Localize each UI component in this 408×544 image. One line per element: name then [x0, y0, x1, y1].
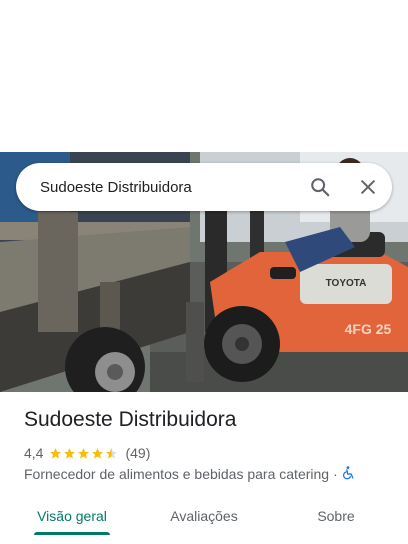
- place-category: Fornecedor de alimentos e bebidas para c…: [24, 466, 330, 482]
- rating-row[interactable]: 4,4 (49): [24, 444, 150, 462]
- tab-reviews-label: Avaliações: [170, 508, 238, 524]
- close-icon[interactable]: [344, 163, 392, 211]
- wheelchair-icon[interactable]: [342, 465, 355, 483]
- tab-about-label: Sobre: [317, 508, 355, 524]
- category-row: Fornecedor de alimentos e bebidas para c…: [24, 465, 355, 483]
- review-count[interactable]: (49): [125, 445, 150, 461]
- tab-overview[interactable]: Visão geral: [0, 496, 144, 536]
- separator: ·: [333, 466, 338, 482]
- search-query[interactable]: Sudoeste Distribuidora: [40, 179, 296, 196]
- tab-overview-label: Visão geral: [37, 508, 107, 524]
- tab-reviews[interactable]: Avaliações: [144, 496, 264, 536]
- star-icon: [78, 447, 90, 459]
- star-icon: [64, 447, 76, 459]
- tab-about[interactable]: Sobre: [264, 496, 408, 536]
- star-icon: [92, 447, 104, 459]
- forklift-brand-text: TOYOTA: [326, 278, 367, 289]
- forklift-model-text: 4FG 25: [345, 321, 392, 337]
- search-icon[interactable]: [296, 163, 344, 211]
- half-star-icon: [106, 447, 118, 459]
- active-tab-indicator: [34, 532, 110, 535]
- star-icon: [50, 447, 62, 459]
- search-bar[interactable]: Sudoeste Distribuidora: [16, 163, 392, 211]
- star-rating: [49, 447, 119, 460]
- tab-bar: Visão geral Avaliações Sobre: [0, 496, 408, 536]
- place-title: Sudoeste Distribuidora: [24, 408, 237, 431]
- rating-value: 4,4: [24, 445, 44, 461]
